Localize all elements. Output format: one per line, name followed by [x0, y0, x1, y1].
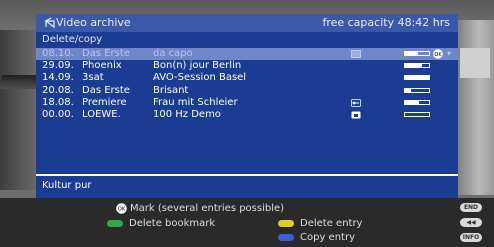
progress-fill: [405, 64, 422, 68]
progress-fill: [405, 76, 429, 80]
delete-bookmark-hint: Delete bookmark: [129, 218, 216, 229]
list-item[interactable]: 14.09. 3sat AVO-Session Basel: [36, 72, 458, 84]
recordings-list: 08.10. Das Erste da capo OK ▾ 29.09. Pho…: [36, 48, 458, 121]
divider: [36, 174, 458, 176]
progress-bar: [404, 75, 430, 81]
list-item[interactable]: 00.00. LOEWE. 100 Hz Demo: [36, 109, 458, 121]
copy-entry-hint: Copy entry: [300, 232, 355, 243]
recording-channel: Das Erste: [82, 84, 130, 96]
progress-fill: [405, 88, 411, 92]
recording-channel: 3sat: [82, 72, 104, 84]
info-key-icon[interactable]: INFO: [460, 233, 482, 242]
recording-title: Bon(n) jour Berlin: [153, 60, 242, 72]
list-item[interactable]: 20.08. Das Erste Brisant: [36, 85, 458, 97]
key-icon: [351, 98, 361, 107]
recording-description: Kultur pur: [42, 180, 92, 191]
green-key-icon[interactable]: [107, 220, 123, 227]
progress-bar: [404, 99, 430, 105]
help-bar: OK Mark (several entries possible) Delet…: [0, 198, 494, 247]
blue-key-icon[interactable]: [278, 234, 294, 241]
svg-text:OK: OK: [434, 52, 442, 58]
ok-key-icon[interactable]: OK: [116, 203, 127, 214]
page-title: Video archive: [56, 16, 131, 29]
delete-entry-hint: Delete entry: [300, 218, 363, 229]
progress-fill: [405, 100, 420, 104]
film-icon: [44, 17, 55, 29]
mark-hint: Mark (several entries possible): [130, 203, 285, 214]
progress-bar: [404, 87, 430, 93]
recording-title: 100 Hz Demo: [153, 108, 221, 120]
recording-date: 00.00.: [42, 108, 74, 120]
mode-subtitle: Delete/copy: [42, 34, 103, 45]
recording-date: 18.08.: [42, 96, 74, 108]
yellow-key-icon[interactable]: [278, 220, 294, 227]
list-item[interactable]: 18.08. Premiere Frau mit Schleier: [36, 97, 458, 109]
list-item[interactable]: 08.10. Das Erste da capo OK ▾: [36, 48, 458, 61]
progress-fill: [405, 52, 419, 55]
recording-channel: Phoenix: [82, 60, 122, 72]
video-archive-panel: Video archive free capacity 48:42 hrs De…: [36, 14, 458, 198]
recording-channel: Premiere: [82, 96, 127, 108]
ok-key-label: OK: [118, 207, 126, 213]
right-building: [456, 20, 494, 195]
recording-title: Brisant: [153, 84, 189, 96]
recording-channel: LOEWE.: [82, 108, 121, 120]
recording-date: 14.09.: [42, 72, 74, 84]
dot-marker-icon: ▾: [447, 49, 452, 58]
list-item[interactable]: 29.09. Phoenix Bon(n) jour Berlin: [36, 60, 458, 72]
free-capacity: free capacity 48:42 hrs: [322, 16, 450, 29]
progress-bar: [404, 63, 430, 69]
ok-mark-icon: OK: [433, 49, 443, 59]
monitor-icon: [351, 50, 361, 58]
recording-date: 20.08.: [42, 84, 74, 96]
recording-channel: Das Erste: [82, 48, 130, 59]
house: [460, 48, 490, 78]
left-building: [0, 30, 38, 190]
recording-title: Frau mit Schleier: [153, 96, 238, 108]
recording-title: da capo: [153, 48, 193, 59]
progress-bar: [404, 111, 430, 117]
rewind-key-icon[interactable]: ◀◀: [460, 218, 482, 227]
recording-date: 29.09.: [42, 60, 74, 72]
lock-icon: [351, 111, 361, 119]
recording-date: 08.10.: [42, 48, 74, 59]
title-bar: Video archive free capacity 48:42 hrs: [36, 14, 458, 32]
recording-title: AVO-Session Basel: [153, 72, 247, 84]
end-key-icon[interactable]: END: [460, 203, 482, 212]
progress-bar: [404, 51, 430, 56]
